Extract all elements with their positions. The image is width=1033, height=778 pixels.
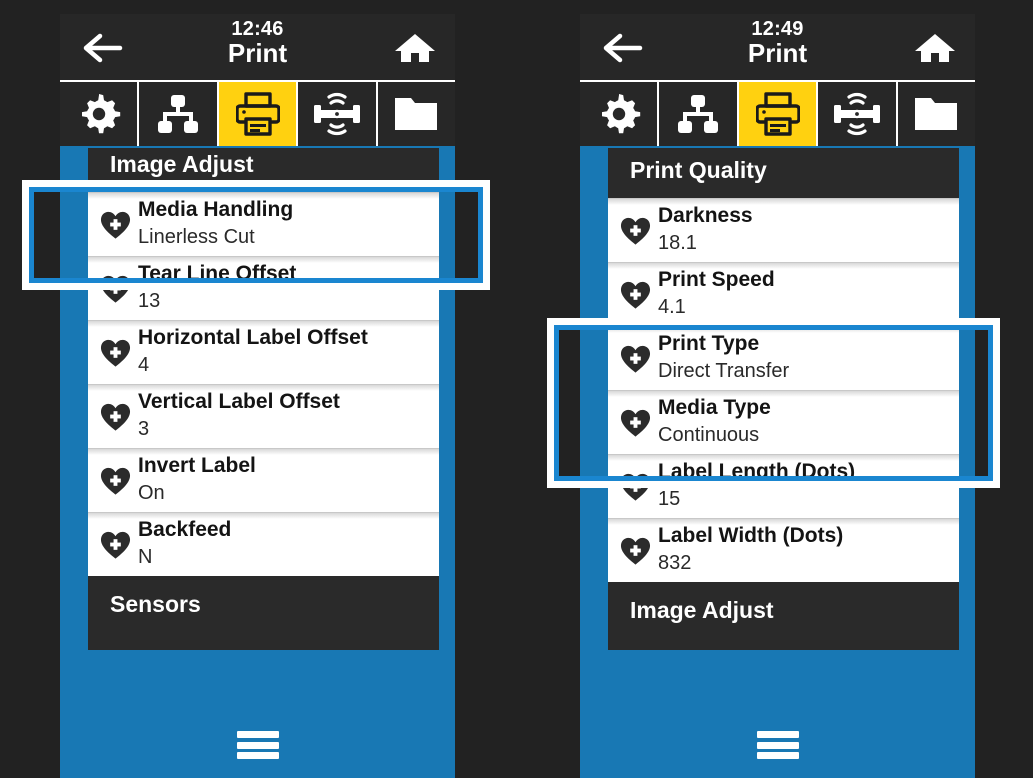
sensor-icon	[313, 92, 360, 136]
title-bar: 12:46 Print	[60, 14, 455, 80]
add-shortcut-heart-icon[interactable]	[620, 216, 651, 246]
list-item-value: Direct Transfer	[658, 360, 790, 382]
list-item-label: Darkness	[658, 204, 753, 227]
menu-content-area: Print Quality Darkness 18.1 Print Speed …	[580, 146, 975, 712]
bottom-bar	[60, 712, 455, 778]
list-item-value: 4	[138, 354, 150, 376]
tab-print[interactable]	[738, 82, 819, 146]
sensor-icon	[833, 92, 880, 136]
list-item-label: Print Type	[658, 332, 760, 355]
tab-system[interactable]	[580, 82, 660, 146]
list-item-label: Label Width (Dots)	[658, 524, 844, 547]
network-icon	[678, 95, 719, 133]
list-item-label: Tear Line Offset	[138, 262, 297, 285]
list-item[interactable]: Label Length (Dots) 15	[608, 454, 959, 518]
list-item-value: Linerless Cut	[138, 226, 255, 248]
list-item-label: Vertical Label Offset	[138, 390, 340, 413]
section-footer[interactable]: Image Adjust	[608, 582, 959, 638]
printer-icon	[235, 92, 280, 136]
add-shortcut-heart-icon[interactable]	[100, 274, 131, 304]
add-shortcut-heart-icon[interactable]	[100, 466, 131, 496]
list-item[interactable]: Print Speed 4.1	[608, 262, 959, 326]
tab-storage[interactable]	[897, 82, 976, 146]
list-item-value: 3	[138, 418, 150, 440]
list-item-label: Media Type	[658, 396, 771, 419]
list-item[interactable]: Print Type Direct Transfer	[608, 326, 959, 390]
list-item-value: Continuous	[658, 424, 760, 446]
list-item-value: On	[138, 482, 165, 504]
list-item[interactable]: Invert Label On	[88, 448, 439, 512]
tab-strip	[580, 80, 976, 146]
add-shortcut-heart-icon[interactable]	[100, 210, 131, 240]
list-item-value: 4.1	[658, 296, 686, 318]
tab-system[interactable]	[60, 82, 140, 146]
list-item[interactable]: Horizontal Label Offset 4	[88, 320, 439, 384]
list-item[interactable]: Backfeed N	[88, 512, 439, 576]
list-item-value: 18.1	[658, 232, 697, 254]
home-icon[interactable]	[393, 31, 437, 65]
add-shortcut-heart-icon[interactable]	[620, 536, 651, 566]
list-item-label: Media Handling	[138, 198, 294, 221]
gear-icon	[81, 94, 120, 134]
add-shortcut-heart-icon[interactable]	[620, 472, 651, 502]
list-item-label: Invert Label	[138, 454, 256, 477]
tab-storage[interactable]	[377, 82, 456, 146]
add-shortcut-heart-icon[interactable]	[620, 280, 651, 310]
list-item-value: N	[138, 546, 153, 568]
list-item[interactable]: Media Type Continuous	[608, 390, 959, 454]
settings-list[interactable]: Print Quality Darkness 18.1 Print Speed …	[608, 148, 959, 650]
printer-icon	[755, 92, 800, 136]
list-item-value: 15	[658, 488, 681, 510]
tab-strip	[60, 80, 456, 146]
list-item[interactable]: Darkness 18.1	[608, 198, 959, 262]
add-shortcut-heart-icon[interactable]	[100, 530, 131, 560]
list-item-label: Label Length (Dots)	[658, 460, 856, 483]
menu-content-area: Image Adjust Media Handling Linerless Cu…	[60, 146, 455, 712]
add-shortcut-heart-icon[interactable]	[100, 402, 131, 432]
left-printer-screen: 12:46 Print Image Adjust Media Handling …	[60, 14, 456, 778]
tab-sensors[interactable]	[298, 82, 378, 146]
list-item-label: Horizontal Label Offset	[138, 326, 368, 349]
add-shortcut-heart-icon[interactable]	[620, 344, 651, 374]
add-shortcut-heart-icon[interactable]	[620, 408, 651, 438]
title-bar: 12:49 Print	[580, 14, 975, 80]
list-item[interactable]: Media Handling Linerless Cut	[88, 192, 439, 256]
tab-connection[interactable]	[139, 82, 219, 146]
list-item-label: Backfeed	[138, 518, 232, 541]
list-item-label: Print Speed	[658, 268, 775, 291]
folder-icon	[395, 98, 438, 130]
home-icon[interactable]	[913, 31, 957, 65]
bottom-bar	[580, 712, 975, 778]
gear-icon	[601, 94, 640, 134]
list-item[interactable]: Tear Line Offset 13	[88, 256, 439, 320]
section-header[interactable]: Image Adjust	[88, 148, 439, 192]
list-item-value: 13	[138, 290, 161, 312]
network-icon	[158, 95, 199, 133]
section-header[interactable]: Print Quality	[608, 148, 959, 198]
list-item-value: 832	[658, 552, 692, 574]
list-item[interactable]: Vertical Label Offset 3	[88, 384, 439, 448]
tab-connection[interactable]	[659, 82, 739, 146]
add-shortcut-heart-icon[interactable]	[100, 338, 131, 368]
folder-icon	[915, 98, 958, 130]
right-printer-screen: 12:49 Print Print Quality Darkness 18.1 …	[580, 14, 976, 778]
hamburger-menu-icon[interactable]	[756, 731, 799, 759]
tab-sensors[interactable]	[818, 82, 898, 146]
section-footer[interactable]: Sensors	[88, 576, 439, 632]
settings-list[interactable]: Image Adjust Media Handling Linerless Cu…	[88, 148, 439, 650]
list-item[interactable]: Label Width (Dots) 832	[608, 518, 959, 582]
tab-print[interactable]	[218, 82, 299, 146]
hamburger-menu-icon[interactable]	[236, 731, 279, 759]
